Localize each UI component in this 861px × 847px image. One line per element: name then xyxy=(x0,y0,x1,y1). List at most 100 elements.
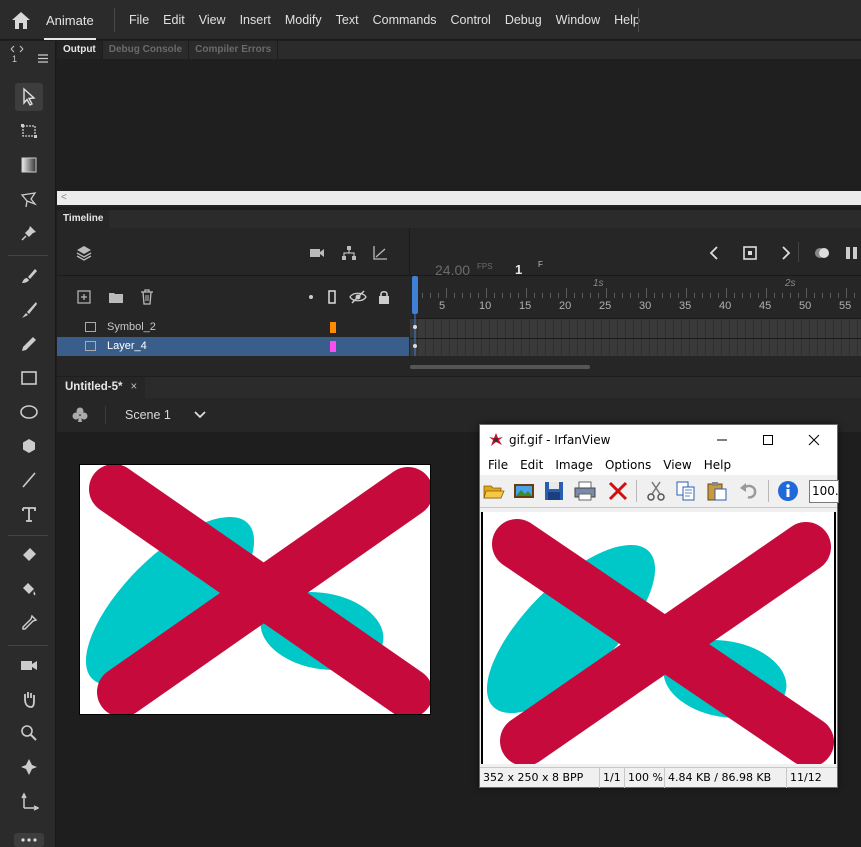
save-button[interactable] xyxy=(542,479,566,503)
layer-color-swatch[interactable] xyxy=(330,322,336,333)
camera-tool[interactable] xyxy=(15,651,43,679)
menu-commands[interactable]: Commands xyxy=(366,0,444,40)
asset-warp-tool[interactable] xyxy=(15,219,43,247)
menu-modify[interactable]: Modify xyxy=(278,0,329,40)
iv-menu-help[interactable]: Help xyxy=(698,455,737,475)
cut-button[interactable] xyxy=(644,479,668,503)
previous-frame-button[interactable] xyxy=(705,243,725,263)
line-tool[interactable] xyxy=(15,466,43,494)
chevron-down-icon[interactable] xyxy=(193,408,207,422)
menu-text[interactable]: Text xyxy=(329,0,366,40)
menu-insert[interactable]: Insert xyxy=(233,0,278,40)
outline-toggle[interactable] xyxy=(322,287,342,307)
maximize-button[interactable] xyxy=(745,425,791,455)
output-horizontal-scrollbar[interactable]: < xyxy=(57,191,861,205)
frame-ruler[interactable]: 1s 2s 5 10 15 20 25 30 35 40 45 50 55 xyxy=(410,276,861,318)
iv-menu-options[interactable]: Options xyxy=(599,455,657,475)
close-tab-icon[interactable]: × xyxy=(131,381,138,393)
tab-compiler-errors[interactable]: Compiler Errors xyxy=(189,41,279,59)
frames-area[interactable]: 1s 2s 5 10 15 20 25 30 35 40 45 50 55 xyxy=(410,276,861,356)
next-frame-button[interactable] xyxy=(775,243,795,263)
irfanview-title-bar[interactable]: gif.gif - IrfanView xyxy=(480,425,837,455)
tab-timeline[interactable]: Timeline xyxy=(57,210,110,228)
onion-skin-button[interactable] xyxy=(812,243,832,263)
oval-tool[interactable] xyxy=(15,398,43,426)
highlight-layers-toggle[interactable] xyxy=(301,287,321,307)
irfanview-image-view[interactable] xyxy=(481,512,836,764)
delete-layer-button[interactable] xyxy=(137,287,157,307)
frame-cells[interactable] xyxy=(410,318,861,356)
edit-multiple-frames-button[interactable] xyxy=(842,243,861,263)
parenting-button[interactable] xyxy=(339,243,359,263)
print-button[interactable] xyxy=(573,479,597,503)
rotation-tool[interactable] xyxy=(15,753,43,781)
playhead[interactable] xyxy=(412,276,418,356)
home-button[interactable] xyxy=(8,8,34,32)
menu-bar: Animate File Edit View Insert Modify Tex… xyxy=(0,0,861,40)
menu-edit[interactable]: Edit xyxy=(156,0,192,40)
hand-tool[interactable] xyxy=(15,685,43,713)
lasso-tool[interactable] xyxy=(15,185,43,213)
paint-brush-tool[interactable] xyxy=(15,262,43,290)
graph-button[interactable] xyxy=(370,243,390,263)
tab-debug-console[interactable]: Debug Console xyxy=(103,41,190,59)
scene-clubs-icon[interactable] xyxy=(71,406,89,424)
iv-menu-edit[interactable]: Edit xyxy=(514,455,549,475)
paste-button[interactable] xyxy=(705,479,729,503)
slideshow-button[interactable] xyxy=(512,479,536,503)
scroll-left-arrow[interactable]: < xyxy=(61,191,67,205)
free-transform-tool[interactable] xyxy=(15,117,43,145)
paint-bucket-tool[interactable] xyxy=(15,575,43,603)
menu-debug[interactable]: Debug xyxy=(498,0,549,40)
stage-artwork[interactable] xyxy=(80,465,431,715)
scrollbar-thumb[interactable] xyxy=(410,365,590,369)
bone-tool[interactable] xyxy=(15,787,43,815)
layer-row-layer-4[interactable]: Layer_4 xyxy=(57,337,409,356)
current-frame[interactable]: 1 xyxy=(515,262,522,277)
timeline-horizontal-scrollbar[interactable] xyxy=(410,362,861,372)
iv-menu-view[interactable]: View xyxy=(657,455,697,475)
iv-menu-file[interactable]: File xyxy=(482,455,514,475)
copy-button[interactable] xyxy=(674,479,698,503)
more-tools-button[interactable] xyxy=(14,833,44,847)
pencil-tool[interactable] xyxy=(15,330,43,358)
undo-button[interactable] xyxy=(737,479,761,503)
new-folder-button[interactable] xyxy=(106,287,126,307)
panel-collapse-control[interactable]: 1 xyxy=(6,43,50,65)
delete-button[interactable] xyxy=(606,479,630,503)
layer-color-swatch[interactable] xyxy=(330,341,336,352)
menu-control[interactable]: Control xyxy=(444,0,498,40)
menu-file[interactable]: File xyxy=(122,0,156,40)
zoom-field[interactable]: 100.0 xyxy=(809,480,839,503)
eyedropper-tool[interactable] xyxy=(15,609,43,637)
selection-tool[interactable] xyxy=(15,83,43,111)
menu-window[interactable]: Window xyxy=(549,0,607,40)
visibility-toggle[interactable] xyxy=(348,287,368,307)
fluid-brush-tool[interactable] xyxy=(15,296,43,324)
open-button[interactable] xyxy=(482,479,506,503)
iv-menu-image[interactable]: Image xyxy=(549,455,599,475)
info-button[interactable] xyxy=(776,479,800,503)
output-text-area[interactable] xyxy=(57,59,861,191)
lock-toggle[interactable] xyxy=(374,287,394,307)
rectangle-tool[interactable] xyxy=(15,364,43,392)
menu-view[interactable]: View xyxy=(192,0,233,40)
gradient-transform-tool[interactable] xyxy=(15,151,43,179)
layers-button[interactable] xyxy=(74,243,94,263)
document-tab[interactable]: Untitled-5* × xyxy=(57,377,146,398)
trash-icon xyxy=(141,289,153,305)
tab-output[interactable]: Output xyxy=(57,41,103,59)
layer-row-symbol-2[interactable]: Symbol_2 xyxy=(57,318,409,337)
close-button[interactable] xyxy=(791,425,837,455)
text-tool[interactable] xyxy=(15,500,43,528)
menu-help[interactable]: Help xyxy=(607,0,647,40)
stage-canvas[interactable] xyxy=(79,464,431,715)
zoom-tool[interactable] xyxy=(15,719,43,747)
scene-name[interactable]: Scene 1 xyxy=(125,398,171,432)
polystar-tool[interactable] xyxy=(15,432,43,460)
minimize-button[interactable] xyxy=(699,425,745,455)
eraser-tool[interactable] xyxy=(15,541,43,569)
camera-button[interactable] xyxy=(307,243,327,263)
new-layer-button[interactable] xyxy=(74,287,94,307)
stop-button[interactable] xyxy=(740,243,760,263)
